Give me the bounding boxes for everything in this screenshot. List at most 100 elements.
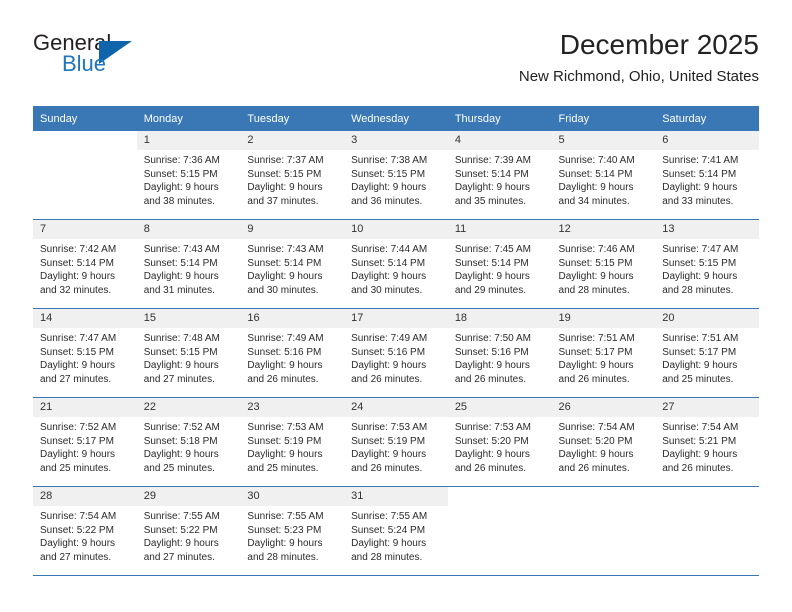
day-cell[interactable]: [552, 487, 656, 575]
general-blue-logo[interactable]: General Blue: [33, 30, 153, 86]
day-cell[interactable]: 19 Sunrise: 7:51 AM Sunset: 5:17 PM Dayligh…: [551, 309, 656, 397]
day-cell[interactable]: [448, 487, 552, 575]
logo-text-blue: Blue: [62, 51, 107, 76]
day-sun-info: [448, 506, 552, 510]
calendar-cell[interactable]: 28 Sunrise: 7:54 AM Sunset: 5:22 PM Dayligh…: [33, 486, 137, 576]
calendar-cell[interactable]: [33, 131, 137, 220]
day-cell[interactable]: 2 Sunrise: 7:37 AM Sunset: 5:15 PM Daylight…: [240, 131, 345, 219]
day-cell[interactable]: 1 Sunrise: 7:36 AM Sunset: 5:15 PM Daylight…: [136, 131, 241, 219]
calendar-cell[interactable]: 23 Sunrise: 7:53 AM Sunset: 5:19 PM Dayligh…: [240, 397, 345, 487]
calendar-cell[interactable]: 19 Sunrise: 7:51 AM Sunset: 5:17 PM Dayligh…: [551, 308, 656, 398]
day-cell[interactable]: 20 Sunrise: 7:51 AM Sunset: 5:17 PM Dayligh…: [655, 309, 759, 397]
day-cell[interactable]: 25 Sunrise: 7:53 AM Sunset: 5:20 PM Dayligh…: [447, 398, 552, 486]
calendar-cell[interactable]: [655, 486, 759, 576]
calendar-cell[interactable]: 13 Sunrise: 7:47 AM Sunset: 5:15 PM Dayligh…: [655, 219, 759, 309]
calendar-cell[interactable]: 26 Sunrise: 7:54 AM Sunset: 5:20 PM Dayligh…: [551, 397, 656, 487]
day-cell[interactable]: 7 Sunrise: 7:42 AM Sunset: 5:14 PM Daylight…: [33, 220, 137, 308]
calendar-cell[interactable]: 3 Sunrise: 7:38 AM Sunset: 5:15 PM Daylight…: [344, 131, 448, 220]
daylight-text-line1: Daylight: 9 hours: [454, 182, 530, 193]
calendar-cell[interactable]: 9 Sunrise: 7:43 AM Sunset: 5:14 PM Daylight…: [240, 219, 345, 309]
day-cell[interactable]: 22 Sunrise: 7:52 AM Sunset: 5:18 PM Dayligh…: [136, 398, 241, 486]
day-cell[interactable]: 6 Sunrise: 7:41 AM Sunset: 5:14 PM Daylight…: [655, 131, 759, 219]
daylight-text-line2: and 26 minutes.: [662, 462, 734, 474]
sunset-text: Sunset: 5:22 PM: [40, 524, 114, 536]
calendar-cell[interactable]: 1 Sunrise: 7:36 AM Sunset: 5:15 PM Daylight…: [136, 131, 241, 220]
sunrise-text: Sunrise: 7:44 AM: [351, 244, 428, 255]
day-cell[interactable]: 12 Sunrise: 7:46 AM Sunset: 5:15 PM Dayligh…: [551, 220, 656, 308]
calendar-cell[interactable]: 30 Sunrise: 7:55 AM Sunset: 5:23 PM Dayligh…: [240, 486, 345, 576]
calendar-cell[interactable]: 20 Sunrise: 7:51 AM Sunset: 5:17 PM Dayligh…: [655, 308, 759, 398]
calendar-cell[interactable]: 2 Sunrise: 7:37 AM Sunset: 5:15 PM Daylight…: [240, 131, 345, 220]
calendar-cell[interactable]: 6 Sunrise: 7:41 AM Sunset: 5:14 PM Daylight…: [655, 131, 759, 220]
day-cell[interactable]: 3 Sunrise: 7:38 AM Sunset: 5:15 PM Daylight…: [344, 131, 448, 219]
calendar-cell[interactable]: 7 Sunrise: 7:42 AM Sunset: 5:14 PM Daylight…: [33, 219, 137, 309]
day-sun-info: Sunrise: 7:48 AM Sunset: 5:15 PM Daylight:…: [137, 328, 241, 386]
calendar-cell[interactable]: 14 Sunrise: 7:47 AM Sunset: 5:15 PM Dayligh…: [33, 308, 137, 398]
day-cell[interactable]: 10 Sunrise: 7:44 AM Sunset: 5:14 PM Dayligh…: [344, 220, 448, 308]
day-cell[interactable]: 24 Sunrise: 7:53 AM Sunset: 5:19 PM Dayligh…: [344, 398, 448, 486]
day-cell[interactable]: 31 Sunrise: 7:55 AM Sunset: 5:24 PM Dayligh…: [344, 487, 448, 575]
sunrise-text: Sunrise: 7:53 AM: [351, 422, 428, 433]
calendar-cell[interactable]: 4 Sunrise: 7:39 AM Sunset: 5:14 PM Daylight…: [447, 131, 552, 220]
day-cell[interactable]: 28 Sunrise: 7:54 AM Sunset: 5:22 PM Dayligh…: [33, 487, 137, 575]
day-cell[interactable]: 23 Sunrise: 7:53 AM Sunset: 5:19 PM Dayligh…: [240, 398, 345, 486]
daylight-text-line2: and 26 minutes.: [454, 373, 526, 385]
day-sun-info: [552, 506, 656, 510]
calendar-cell[interactable]: 27 Sunrise: 7:54 AM Sunset: 5:21 PM Dayligh…: [655, 397, 759, 487]
day-sun-info: Sunrise: 7:49 AM Sunset: 5:16 PM Daylight:…: [344, 328, 448, 386]
day-cell[interactable]: 29 Sunrise: 7:55 AM Sunset: 5:22 PM Dayligh…: [136, 487, 241, 575]
calendar-cell[interactable]: 5 Sunrise: 7:40 AM Sunset: 5:14 PM Daylight…: [551, 131, 656, 220]
calendar-cell[interactable]: [447, 486, 552, 576]
day-cell[interactable]: 17 Sunrise: 7:49 AM Sunset: 5:16 PM Dayligh…: [344, 309, 448, 397]
day-cell[interactable]: 13 Sunrise: 7:47 AM Sunset: 5:15 PM Dayligh…: [655, 220, 759, 308]
day-cell[interactable]: 14 Sunrise: 7:47 AM Sunset: 5:15 PM Dayligh…: [33, 309, 137, 397]
day-cell[interactable]: 11 Sunrise: 7:45 AM Sunset: 5:14 PM Dayligh…: [447, 220, 552, 308]
day-number: [655, 487, 759, 506]
day-cell[interactable]: 30 Sunrise: 7:55 AM Sunset: 5:23 PM Dayligh…: [240, 487, 345, 575]
day-sun-info: Sunrise: 7:42 AM Sunset: 5:14 PM Daylight:…: [33, 239, 137, 297]
day-cell[interactable]: 18 Sunrise: 7:50 AM Sunset: 5:16 PM Dayligh…: [447, 309, 552, 397]
weekday-header-monday: Monday: [136, 106, 241, 131]
sunset-text: Sunset: 5:15 PM: [143, 168, 218, 180]
day-cell[interactable]: [655, 487, 759, 575]
daylight-text-line1: Daylight: 9 hours: [662, 271, 738, 282]
daylight-text-line1: Daylight: 9 hours: [351, 449, 427, 460]
day-cell[interactable]: 15 Sunrise: 7:48 AM Sunset: 5:15 PM Dayligh…: [136, 309, 241, 397]
day-cell[interactable]: 27 Sunrise: 7:54 AM Sunset: 5:21 PM Dayligh…: [655, 398, 759, 486]
day-cell[interactable]: 9 Sunrise: 7:43 AM Sunset: 5:14 PM Daylight…: [240, 220, 345, 308]
day-cell[interactable]: 26 Sunrise: 7:54 AM Sunset: 5:20 PM Dayligh…: [551, 398, 656, 486]
calendar-cell[interactable]: 16 Sunrise: 7:49 AM Sunset: 5:16 PM Dayligh…: [240, 308, 345, 398]
day-sun-info: Sunrise: 7:46 AM Sunset: 5:15 PM Daylight:…: [552, 239, 656, 297]
calendar-cell[interactable]: 24 Sunrise: 7:53 AM Sunset: 5:19 PM Dayligh…: [344, 397, 448, 487]
daylight-text-line1: Daylight: 9 hours: [40, 538, 116, 549]
calendar-cell[interactable]: 12 Sunrise: 7:46 AM Sunset: 5:15 PM Dayligh…: [551, 219, 656, 309]
calendar-cell[interactable]: 17 Sunrise: 7:49 AM Sunset: 5:16 PM Dayligh…: [344, 308, 448, 398]
day-sun-info: Sunrise: 7:40 AM Sunset: 5:14 PM Daylight:…: [552, 150, 656, 208]
day-number: 17: [344, 309, 448, 328]
weekday-header-thursday: Thursday: [447, 106, 552, 131]
calendar-cell[interactable]: 25 Sunrise: 7:53 AM Sunset: 5:20 PM Dayligh…: [447, 397, 552, 487]
sunrise-text: Sunrise: 7:52 AM: [143, 422, 220, 433]
calendar-cell[interactable]: [551, 486, 656, 576]
calendar-cell[interactable]: 31 Sunrise: 7:55 AM Sunset: 5:24 PM Dayligh…: [344, 486, 448, 576]
daylight-text-line2: and 25 minutes.: [247, 462, 319, 474]
day-sun-info: Sunrise: 7:36 AM Sunset: 5:15 PM Daylight:…: [137, 150, 241, 208]
calendar-cell[interactable]: 11 Sunrise: 7:45 AM Sunset: 5:14 PM Dayligh…: [447, 219, 552, 309]
daylight-text-line2: and 28 minutes.: [247, 551, 319, 563]
daylight-text-line2: and 28 minutes.: [351, 551, 423, 563]
calendar-cell[interactable]: 18 Sunrise: 7:50 AM Sunset: 5:16 PM Dayligh…: [447, 308, 552, 398]
daylight-text-line2: and 28 minutes.: [662, 284, 734, 296]
day-cell[interactable]: 21 Sunrise: 7:52 AM Sunset: 5:17 PM Dayligh…: [33, 398, 137, 486]
day-cell[interactable]: 8 Sunrise: 7:43 AM Sunset: 5:14 PM Daylight…: [136, 220, 241, 308]
calendar-cell[interactable]: 15 Sunrise: 7:48 AM Sunset: 5:15 PM Dayligh…: [136, 308, 241, 398]
calendar-cell[interactable]: 29 Sunrise: 7:55 AM Sunset: 5:22 PM Dayligh…: [136, 486, 241, 576]
calendar-cell[interactable]: 8 Sunrise: 7:43 AM Sunset: 5:14 PM Daylight…: [136, 219, 241, 309]
day-sun-info: Sunrise: 7:55 AM Sunset: 5:22 PM Daylight:…: [137, 506, 241, 564]
calendar-cell[interactable]: 21 Sunrise: 7:52 AM Sunset: 5:17 PM Dayligh…: [33, 397, 137, 487]
calendar-cell[interactable]: 10 Sunrise: 7:44 AM Sunset: 5:14 PM Dayligh…: [344, 219, 448, 309]
day-cell[interactable]: 4 Sunrise: 7:39 AM Sunset: 5:14 PM Daylight…: [447, 131, 552, 219]
day-cell[interactable]: [33, 131, 137, 219]
day-cell[interactable]: 5 Sunrise: 7:40 AM Sunset: 5:14 PM Daylight…: [551, 131, 656, 219]
calendar-cell[interactable]: 22 Sunrise: 7:52 AM Sunset: 5:18 PM Dayligh…: [136, 397, 241, 487]
day-cell[interactable]: 16 Sunrise: 7:49 AM Sunset: 5:16 PM Dayligh…: [240, 309, 345, 397]
